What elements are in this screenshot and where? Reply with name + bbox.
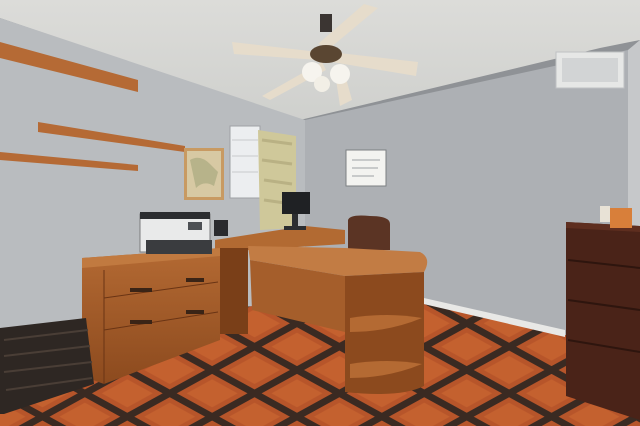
map-picture [184,148,224,200]
air-vent [555,51,625,89]
office-photo [0,0,640,426]
bookcase [566,206,640,420]
office-chair [348,215,390,250]
whiteboard [345,149,387,187]
speaker [214,220,228,236]
printer [139,212,212,254]
